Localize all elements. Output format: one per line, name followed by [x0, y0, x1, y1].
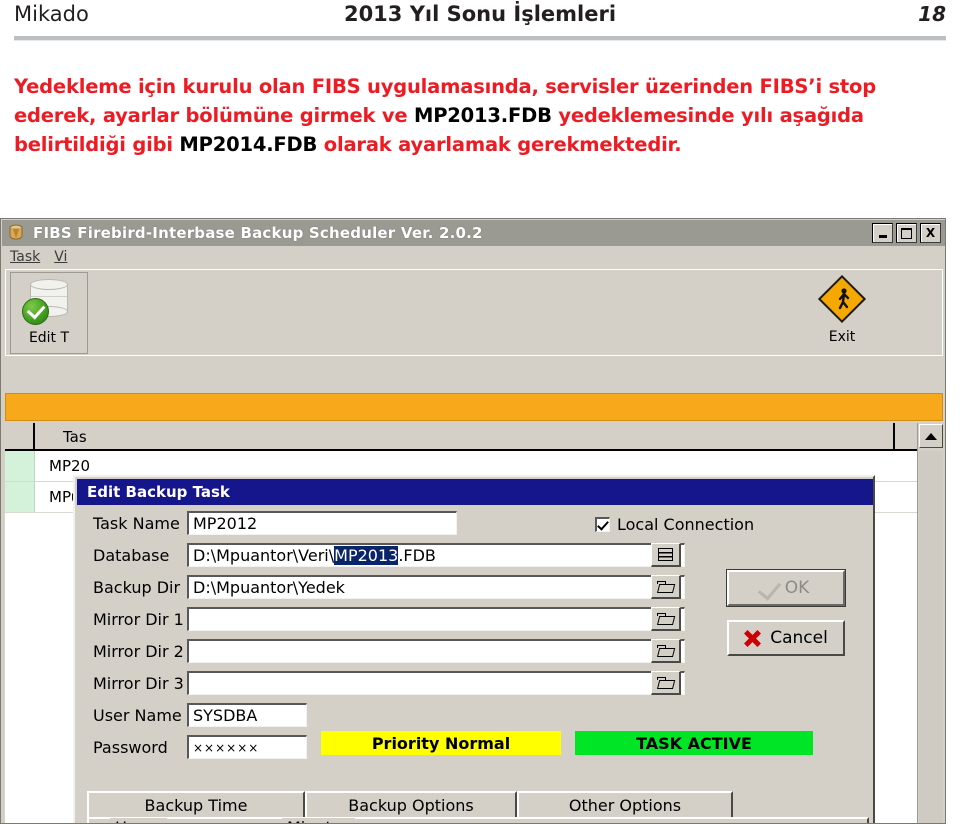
- row-indicator: [5, 482, 35, 512]
- minimize-button[interactable]: [872, 223, 893, 243]
- check-icon: [757, 575, 781, 601]
- field-row-task-name: Task Name MP2012 Local Connection: [75, 509, 873, 541]
- window-title: FIBS Firebird-Interbase Backup Scheduler…: [33, 224, 483, 242]
- database-label: Database: [93, 546, 170, 565]
- ok-button[interactable]: OK: [726, 569, 846, 607]
- x-icon: [744, 630, 761, 647]
- row-indicator: [5, 451, 35, 481]
- paragraph-db-name-2013: MP2013.FDB: [414, 104, 552, 127]
- database-path-selection: MP2013: [334, 546, 399, 565]
- database-path-prefix: D:\Mpuantor\Veri\: [193, 546, 335, 565]
- hours-group-caption: Hours: [110, 818, 167, 823]
- body-paragraph: Yedekleme için kurulu olan FIBS uygulama…: [14, 72, 914, 159]
- backup-dir-label: Backup Dir: [93, 578, 181, 597]
- local-connection-checkbox[interactable]: Local Connection: [595, 515, 754, 534]
- mirror-dir-1-browse-button[interactable]: [651, 607, 681, 631]
- mirror-dir-1-label: Mirror Dir 1: [93, 610, 184, 629]
- toolbar: Edit T Exit: [5, 269, 943, 356]
- paragraph-line-3-tail: olarak: [317, 133, 392, 156]
- database-check-icon: [22, 277, 76, 327]
- close-button[interactable]: X: [920, 223, 941, 243]
- task-grid-header-name: Tas: [35, 423, 895, 451]
- task-grid-header-indicator: [5, 423, 35, 451]
- password-label: Password: [93, 738, 168, 757]
- task-grid-header: Tas: [5, 423, 943, 451]
- page-number: 18: [918, 2, 946, 26]
- toolbar-button-exit-label: Exit: [828, 329, 856, 345]
- mirror-dir-1-input[interactable]: [187, 607, 685, 631]
- task-name-label: Task Name: [93, 514, 180, 533]
- local-connection-checkbox-box[interactable]: [595, 517, 610, 532]
- password-input[interactable]: ××××××: [187, 735, 307, 759]
- mirror-dir-3-input[interactable]: [187, 671, 685, 695]
- grid-vertical-scrollbar[interactable]: [917, 423, 943, 823]
- cancel-button-label: Cancel: [770, 628, 828, 648]
- dialog-tabs: Backup Time Backup Options Other Options: [87, 791, 747, 819]
- header-center-title: 2013 Yıl Sonu İşlemleri: [343, 2, 617, 26]
- backup-time-panel: Hours 0001020304050607080912131415161718…: [87, 817, 869, 823]
- exit-pedestrian-icon: [815, 274, 869, 326]
- fibs-app-icon: [8, 224, 26, 242]
- menu-bar: Task Vi: [2, 246, 945, 268]
- field-row-user-name: User Name SYSDBA: [75, 701, 873, 733]
- database-browse-button[interactable]: [651, 543, 681, 567]
- user-name-label: User Name: [93, 706, 182, 725]
- scroll-up-arrow-icon[interactable]: [919, 424, 943, 448]
- paragraph-db-name-2014: MP2014.FDB: [179, 133, 318, 156]
- priority-badge: Priority Normal: [321, 731, 561, 755]
- accent-status-bar: [5, 393, 943, 421]
- database-path-suffix: .FDB: [398, 546, 436, 565]
- toolbar-button-edit-task[interactable]: Edit T: [10, 272, 88, 354]
- menu-item-task[interactable]: Task: [10, 249, 40, 265]
- open-folder-icon: [657, 676, 674, 689]
- toolbar-button-edit-task-label: Edit T: [28, 330, 70, 346]
- status-badge: TASK ACTIVE: [575, 731, 813, 755]
- open-folder-icon: [657, 580, 674, 593]
- edit-backup-task-dialog: Edit Backup Task Task Name MP2012 Local …: [73, 475, 875, 823]
- window-titlebar: FIBS Firebird-Interbase Backup Scheduler…: [2, 220, 945, 246]
- menu-item-view[interactable]: Vi: [54, 249, 67, 265]
- user-name-input[interactable]: SYSDBA: [187, 703, 307, 727]
- ok-button-label: OK: [784, 578, 810, 598]
- cancel-button[interactable]: Cancel: [727, 620, 845, 656]
- dialog-titlebar: Edit Backup Task: [77, 479, 873, 505]
- local-connection-label: Local Connection: [617, 515, 755, 534]
- open-folder-icon: [657, 612, 674, 625]
- window-controls: X: [872, 223, 941, 243]
- task-name-input[interactable]: MP2012: [187, 511, 457, 535]
- field-row-mirror-dir-3: Mirror Dir 3: [75, 669, 873, 701]
- fibs-application-window: FIBS Firebird-Interbase Backup Scheduler…: [0, 218, 946, 824]
- database-input[interactable]: D:\Mpuantor\Veri\ MP2013 .FDB: [187, 543, 685, 567]
- list-lines-icon: [658, 548, 673, 561]
- field-row-database: Database D:\Mpuantor\Veri\ MP2013 .FDB: [75, 541, 873, 573]
- paragraph-line-1: Yedekleme için kurulu olan FIBS uygulama…: [14, 75, 753, 98]
- mirror-dir-2-input[interactable]: [187, 639, 685, 663]
- paragraph-line-4: ayarlamak gerekmektedir.: [398, 133, 682, 156]
- dialog-title: Edit Backup Task: [87, 483, 230, 501]
- toolbar-button-exit[interactable]: Exit: [804, 272, 880, 352]
- tab-other-options[interactable]: Other Options: [517, 791, 733, 817]
- open-folder-icon: [657, 644, 674, 657]
- scroll-track[interactable]: [919, 451, 943, 823]
- tab-backup-time[interactable]: Backup Time: [87, 791, 305, 819]
- minutes-group-caption: Minutes: [282, 818, 355, 823]
- backup-dir-browse-button[interactable]: [651, 575, 681, 599]
- tab-backup-options[interactable]: Backup Options: [305, 791, 517, 817]
- mirror-dir-2-browse-button[interactable]: [651, 639, 681, 663]
- mirror-dir-3-label: Mirror Dir 3: [93, 674, 184, 693]
- mirror-dir-2-label: Mirror Dir 2: [93, 642, 184, 661]
- backup-dir-input[interactable]: D:\Mpuantor\Yedek: [187, 575, 685, 599]
- mirror-dir-3-browse-button[interactable]: [651, 671, 681, 695]
- maximize-button[interactable]: [896, 223, 917, 243]
- header-divider: [14, 36, 946, 41]
